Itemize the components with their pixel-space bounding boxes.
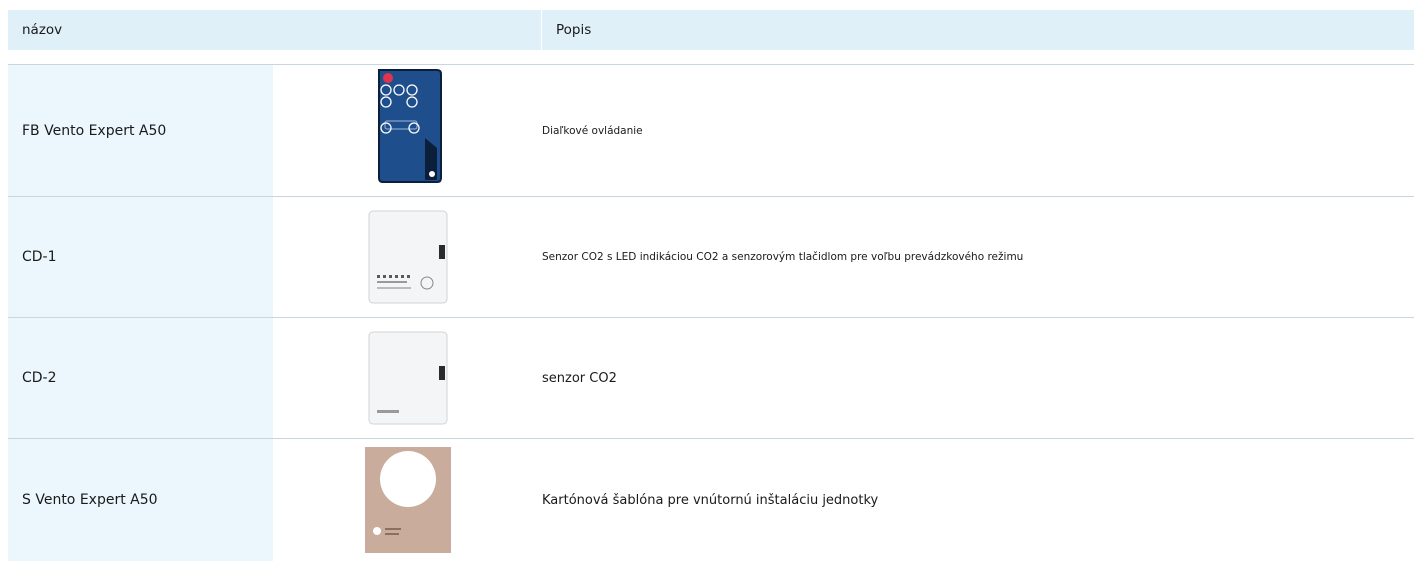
- product-name: CD-2: [8, 318, 273, 438]
- header-name: názov: [22, 22, 63, 38]
- table-row: CD-2 senzor CO2: [8, 318, 1414, 439]
- co2-sensor-icon: [368, 331, 447, 425]
- table-row: S Vento Expert A50 Kartónová šablóna pre…: [8, 439, 1414, 561]
- product-image-cell: [273, 65, 542, 196]
- co2-sensor-led-icon: [368, 210, 447, 304]
- product-image-cell: [273, 197, 542, 317]
- header-description: Popis: [541, 10, 1414, 50]
- product-description: senzor CO2: [542, 370, 617, 386]
- table-row: FB Vento Expert A50 Diaľkové ovládanie: [8, 64, 1414, 197]
- product-image-cell: [273, 318, 542, 438]
- product-description: Kartónová šablóna pre vnútornú inštaláci…: [542, 492, 879, 508]
- product-name: FB Vento Expert A50: [8, 65, 273, 196]
- product-table: názov Popis FB Vento Expert A50 Diaľkové…: [0, 10, 1414, 561]
- cardboard-template-icon: [364, 447, 451, 553]
- product-name: CD-1: [8, 197, 273, 317]
- table-header: názov Popis: [8, 10, 1414, 50]
- product-description: Senzor CO2 s LED indikáciou CO2 a senzor…: [542, 251, 1024, 263]
- product-description: Diaľkové ovládanie: [542, 124, 643, 137]
- product-image-cell: [273, 439, 542, 561]
- product-name: S Vento Expert A50: [8, 439, 273, 561]
- table-row: CD-1 Senzor CO2 s LED indikáciou CO2 a s…: [8, 197, 1414, 318]
- remote-control-icon: [377, 69, 442, 183]
